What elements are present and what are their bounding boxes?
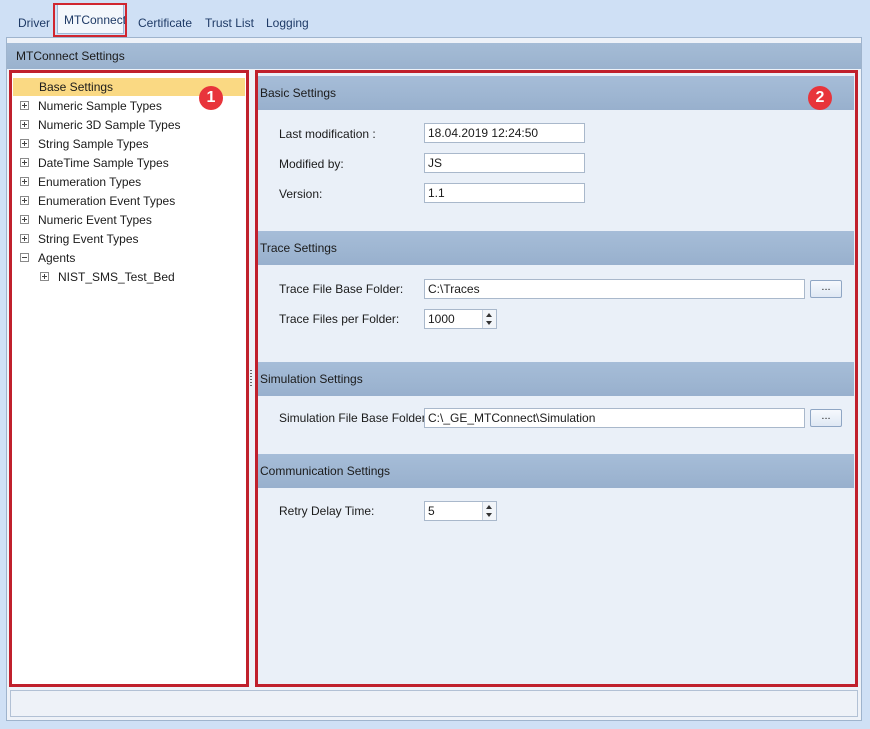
tab-bar: Driver MTConnect Certificate Trust List … [0, 0, 870, 38]
annotation-box-tree [9, 70, 249, 687]
annotation-box-settings [255, 70, 858, 687]
tab-certificate[interactable]: Certificate [138, 14, 192, 32]
splitter-grip[interactable] [250, 370, 253, 388]
tab-trust-list[interactable]: Trust List [205, 14, 254, 32]
panel-title: MTConnect Settings [7, 43, 861, 69]
status-bar [10, 690, 858, 717]
annotation-badge-1: 1 [199, 86, 223, 110]
tab-logging[interactable]: Logging [266, 14, 309, 32]
tab-driver[interactable]: Driver [18, 14, 50, 32]
annotation-badge-2: 2 [808, 86, 832, 110]
tab-highlight-box [53, 3, 127, 37]
